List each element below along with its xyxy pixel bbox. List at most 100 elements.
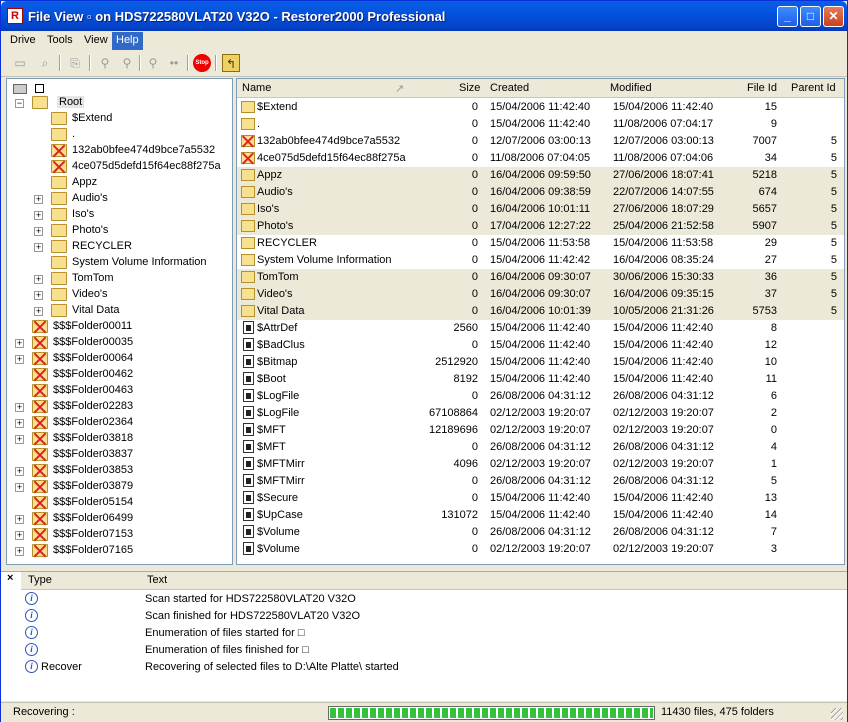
list-row[interactable]: $Volume 0 26/08/2006 04:31:12 26/08/2006 04… — [237, 524, 844, 541]
list-row[interactable]: $LogFile 67108864 02/12/2003 19:20:07 02/12… — [237, 405, 844, 422]
expand-icon[interactable]: + — [34, 275, 43, 284]
tree-node[interactable]: + Video's — [32, 287, 227, 303]
dots-icon[interactable]: •• — [165, 54, 183, 72]
tree-node[interactable]: + $$$Folder02364 — [13, 415, 227, 431]
tree-node[interactable]: + $$$Folder00035 — [13, 335, 227, 351]
menu-help[interactable]: Help — [112, 32, 143, 50]
tree-root-node[interactable]: − Root — [13, 95, 113, 111]
list-row[interactable]: $Secure 0 15/04/2006 11:42:40 15/04/2006 11… — [237, 490, 844, 507]
expand-icon[interactable]: + — [34, 291, 43, 300]
tree-node[interactable]: + RECYCLER — [32, 239, 227, 255]
list-row[interactable]: $Volume 0 02/12/2003 19:20:07 02/12/2003 19… — [237, 541, 844, 558]
log-row[interactable]: i Scan finished for HDS722580VLAT20 V32O — [21, 608, 841, 625]
tree-node[interactable]: $$$Folder00463 — [13, 383, 227, 399]
list-row[interactable]: $Boot 8192 15/04/2006 11:42:40 15/04/2006 1… — [237, 371, 844, 388]
tree-node[interactable]: System Volume Information — [32, 255, 227, 271]
tree-node[interactable]: + $$$Folder06499 — [13, 511, 227, 527]
maximize-button[interactable]: □ — [800, 6, 821, 27]
tree-node[interactable]: . — [32, 127, 227, 143]
filter-icon[interactable]: ⚲ — [144, 54, 162, 72]
expand-icon[interactable]: + — [34, 243, 43, 252]
expand-icon[interactable]: + — [15, 403, 24, 412]
list-row[interactable]: RECYCLER 0 15/04/2006 11:53:58 15/04/2006 1… — [237, 235, 844, 252]
expand-icon[interactable]: + — [15, 547, 24, 556]
up-folder-icon[interactable]: ↰ — [222, 54, 240, 72]
tree-node[interactable]: + Audio's — [32, 191, 227, 207]
tree-node[interactable]: + $$$Folder00064 — [13, 351, 227, 367]
list-row[interactable]: $MFTMirr 4096 02/12/2003 19:20:07 02/12/200… — [237, 456, 844, 473]
list-row[interactable]: 4ce075d5defd15f64ec88f275a 0 11/08/2006 07… — [237, 150, 844, 167]
list-row[interactable]: Audio's 0 16/04/2006 09:38:59 22/07/2006 14… — [237, 184, 844, 201]
col-created[interactable]: Created — [490, 82, 529, 94]
drive-icon[interactable]: ▭ — [11, 54, 29, 72]
tree-node[interactable]: $$$Folder03837 — [13, 447, 227, 463]
list-row[interactable]: $MFT 12189696 02/12/2003 19:20:07 02/12/200… — [237, 422, 844, 439]
tree-node[interactable]: $$$Folder05154 — [13, 495, 227, 511]
list-row[interactable]: $BadClus 0 15/04/2006 11:42:40 15/04/2006 1… — [237, 337, 844, 354]
list-row[interactable]: TomTom 0 16/04/2006 09:30:07 30/06/2006 15:… — [237, 269, 844, 286]
tree-node[interactable]: + Iso's — [32, 207, 227, 223]
menu-drive[interactable]: Drive — [6, 32, 40, 50]
list-row[interactable]: 132ab0bfee474d9bce7a5532 0 12/07/2006 03:0… — [237, 133, 844, 150]
restorer-app-icon[interactable]: R — [7, 8, 23, 24]
list-row[interactable]: Iso's 0 16/04/2006 10:01:11 27/06/2006 18:0… — [237, 201, 844, 218]
expand-icon[interactable]: + — [34, 211, 43, 220]
expand-icon[interactable]: + — [15, 467, 24, 476]
tree-node[interactable]: 132ab0bfee474d9bce7a5532 — [32, 143, 227, 159]
expand-icon[interactable]: + — [15, 435, 24, 444]
tree-node[interactable]: + Photo's — [32, 223, 227, 239]
collapse-icon[interactable]: − — [15, 99, 24, 108]
list-row[interactable]: $Extend 0 15/04/2006 11:42:40 15/04/2006 11… — [237, 99, 844, 116]
menu-view[interactable]: View — [80, 32, 112, 50]
menu-tools[interactable]: Tools — [43, 32, 77, 50]
find-next-icon[interactable]: ⚲ — [118, 54, 136, 72]
log-row[interactable]: i Enumeration of files started for □ — [21, 625, 841, 642]
expand-icon[interactable]: + — [15, 339, 24, 348]
log-row[interactable]: i Enumeration of files finished for □ — [21, 642, 841, 659]
minimize-button[interactable]: _ — [777, 6, 798, 27]
resize-grip-icon[interactable] — [831, 708, 843, 720]
tree-node[interactable]: + $$$Folder03879 — [13, 479, 227, 495]
log-col-text[interactable]: Text — [147, 574, 167, 586]
title-bar[interactable]: R File View ▫ on HDS722580VLAT20 V32O - … — [1, 1, 847, 31]
tree-node[interactable]: 4ce075d5defd15f64ec88f275a — [32, 159, 227, 175]
tree-node[interactable]: Appz — [32, 175, 227, 191]
list-row[interactable]: System Volume Information 0 15/04/2006 11:… — [237, 252, 844, 269]
scan-icon[interactable]: ⌕ — [36, 54, 54, 72]
list-row[interactable]: Photo's 0 17/04/2006 12:27:22 25/04/2006 21… — [237, 218, 844, 235]
list-row[interactable]: Vital Data 0 16/04/2006 10:01:39 10/05/2006… — [237, 303, 844, 320]
stop-icon[interactable]: Stop — [193, 54, 211, 72]
close-button[interactable]: ✕ — [823, 6, 844, 27]
list-row[interactable]: $UpCase 131072 15/04/2006 11:42:40 15/04/20… — [237, 507, 844, 524]
tree-node[interactable]: + $$$Folder02283 — [13, 399, 227, 415]
col-name[interactable]: Name — [242, 82, 271, 94]
expand-icon[interactable]: + — [15, 483, 24, 492]
col-size[interactable]: Size — [459, 82, 480, 94]
tree-node[interactable]: + $$$Folder07153 — [13, 527, 227, 543]
list-row[interactable]: Appz 0 16/04/2006 09:59:50 27/06/2006 18:07… — [237, 167, 844, 184]
list-row[interactable]: $MFT 0 26/08/2006 04:31:12 26/08/2006 04:31… — [237, 439, 844, 456]
tree-node[interactable]: + $$$Folder03818 — [13, 431, 227, 447]
checkbox-icon[interactable] — [35, 84, 44, 93]
recover-icon[interactable]: ⎘ — [66, 54, 84, 72]
file-list[interactable]: Name ↗ Size Created Modified File Id Par… — [236, 78, 845, 565]
col-parent-id[interactable]: Parent Id — [791, 82, 836, 94]
tree-node[interactable]: $$$Folder00462 — [13, 367, 227, 383]
col-modified[interactable]: Modified — [610, 82, 652, 94]
log-close-icon[interactable]: × — [7, 572, 13, 584]
list-row[interactable]: $AttrDef 2560 15/04/2006 11:42:40 15/04/200… — [237, 320, 844, 337]
list-row[interactable]: $MFTMirr 0 26/08/2006 04:31:12 26/08/2006 0… — [237, 473, 844, 490]
expand-icon[interactable]: + — [15, 515, 24, 524]
tree-node[interactable]: + $$$Folder03853 — [13, 463, 227, 479]
expand-icon[interactable]: + — [15, 531, 24, 540]
expand-icon[interactable]: + — [15, 355, 24, 364]
tree-node[interactable]: + Vital Data — [32, 303, 227, 319]
log-row[interactable]: i Scan started for HDS722580VLAT20 V32O — [21, 591, 841, 608]
tree-node[interactable]: $$$Folder00011 — [13, 319, 227, 335]
find-icon[interactable]: ⚲ — [96, 54, 114, 72]
col-file-id[interactable]: File Id — [747, 82, 777, 94]
log-col-type[interactable]: Type — [28, 574, 52, 586]
log-row[interactable]: i Recover Recovering of selected files to … — [21, 659, 841, 676]
list-row[interactable]: $Bitmap 2512920 15/04/2006 11:42:40 15/04/2… — [237, 354, 844, 371]
expand-icon[interactable]: + — [34, 307, 43, 316]
